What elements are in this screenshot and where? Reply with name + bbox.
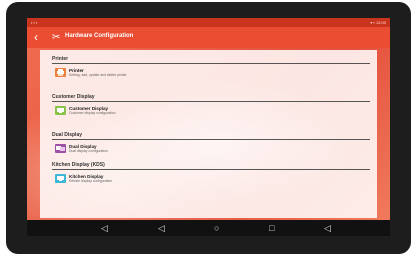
back-arrow-icon[interactable]: ‹ (34, 30, 38, 44)
tablet-screen: ▪ ▪ ▪ ▾ ▪ 12:00 ‹ ✂ Hardware Configurati… (27, 18, 390, 236)
app-bar: ‹ ✂ Hardware Configuration (27, 27, 390, 48)
section-customer-display: Customer Display Customer Display Custom… (52, 94, 370, 118)
system-nav-bar: ◁ ◁ ○ □ ◁ (27, 220, 390, 236)
status-icons-left: ▪ ▪ ▪ (31, 20, 38, 25)
section-header: Printer (52, 56, 370, 64)
printer-icon (55, 68, 66, 77)
item-description: Customer display configuration (69, 111, 116, 115)
item-description: Dual display configuration (69, 149, 108, 153)
kitchen-monitor-icon (55, 174, 66, 183)
nav-home-icon[interactable]: ○ (214, 222, 219, 234)
item-description: Kitchen display configuration (69, 179, 113, 183)
nav-back-icon[interactable]: ◁ (158, 222, 165, 234)
section-dual-display: Dual Display Dual Display Dual display c… (52, 132, 370, 156)
tools-icon: ✂ (52, 32, 61, 43)
settings-panel: Printer Printer Setting, add, update and… (40, 50, 377, 218)
dual-screen-icon (55, 144, 66, 153)
status-icons-right: ▾ ▪ 12:00 (370, 20, 386, 25)
list-item-dual-display[interactable]: Dual Display Dual display configuration (52, 140, 370, 156)
section-printer: Printer Printer Setting, add, update and… (52, 56, 370, 80)
section-header: Customer Display (52, 94, 370, 102)
status-bar: ▪ ▪ ▪ ▾ ▪ 12:00 (27, 18, 390, 27)
list-item-customer-display[interactable]: Customer Display Customer display config… (52, 102, 370, 118)
list-item-kitchen-display[interactable]: Kitchen Display Kitchen display configur… (52, 170, 370, 186)
section-kitchen-display: Kitchen Display (KDS) Kitchen Display Ki… (52, 162, 370, 186)
volume-down-icon[interactable]: ◁ (101, 222, 108, 234)
nav-recents-icon[interactable]: □ (269, 222, 274, 234)
item-description: Setting, add, update and delete printer (69, 73, 127, 77)
section-header: Dual Display (52, 132, 370, 140)
page-title: Hardware Configuration (65, 33, 134, 39)
monitor-icon (55, 106, 66, 115)
list-item-printer[interactable]: Printer Setting, add, update and delete … (52, 64, 370, 80)
section-header: Kitchen Display (KDS) (52, 162, 370, 170)
volume-up-icon[interactable]: ◁ (324, 222, 331, 234)
